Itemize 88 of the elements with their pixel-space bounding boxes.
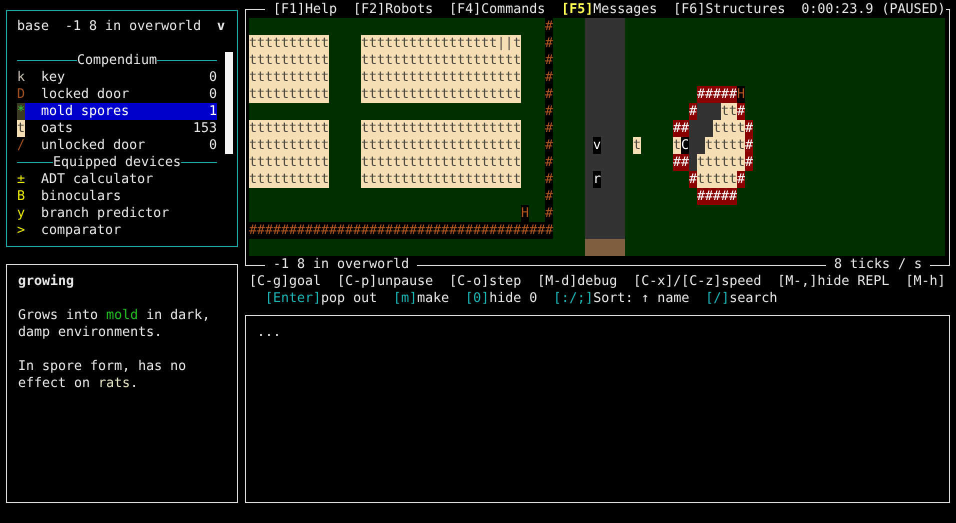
crop-field: tttttttttttttttttttt tttttttttttttttttttt tttttttttttttttttttt tttttttttttttttttttt (361, 120, 522, 188)
dropdown-toggle[interactable]: v (216, 18, 225, 35)
shortcut-hint[interactable]: [/]search (705, 290, 778, 307)
brick-wall: ## (673, 154, 690, 171)
wall-tile: ###################################### (249, 222, 554, 239)
description-text: Grows into mold in dark, damp environments. (18, 307, 212, 341)
item-glyph: / (17, 137, 26, 154)
shortcut-hint[interactable]: [M-,]hide REPL (777, 273, 890, 290)
item-count: 1 (208, 103, 217, 120)
game-clock: 0:00:23.9 (PAUSED) (801, 1, 946, 18)
brick-wall: ## (673, 120, 690, 137)
item-count: 153 (192, 120, 217, 137)
shortcut-hint[interactable]: [M-h] (905, 273, 946, 290)
repl-output: ... (257, 325, 282, 340)
menu-shortcut[interactable]: [F4]Commands (449, 1, 546, 18)
item-name: unlocked door (41, 137, 146, 154)
brick-wall: # (689, 171, 698, 188)
device-glyph: ± (17, 171, 26, 188)
inventory-row[interactable]: locked door 0 (25, 86, 217, 103)
gate-tile: H (521, 205, 530, 222)
shortcut-hint[interactable]: [m]make (393, 290, 450, 307)
robot-tile: v (593, 137, 602, 154)
menu-shortcut[interactable]: [F5]Messages (561, 1, 658, 18)
item-glyph: t (17, 120, 26, 137)
crop-field: tttttt (697, 154, 746, 171)
device-name[interactable]: binoculars (25, 188, 122, 205)
item-count: 0 (208, 137, 217, 154)
brick-wall: # (689, 103, 698, 120)
inventory-row[interactable]: key 0 (25, 69, 217, 86)
shortcut-hint[interactable]: [C-g]goal (249, 273, 322, 290)
crop-field: t (673, 137, 682, 154)
wall-tile: ############ (545, 18, 553, 222)
device-glyph: B (17, 188, 26, 205)
section-heading: Compendium (76, 52, 158, 69)
brick-wall: ##### (697, 86, 738, 103)
inventory-row[interactable]: unlocked door 0 (25, 137, 217, 154)
crop-field: tttttttttt tttttttttt tttttttttt tttttttttt (249, 35, 330, 103)
crop-field: tttt (713, 120, 746, 137)
crop-field: tttttttttt tttttttttt tttttttttt tttttttttt (249, 120, 330, 188)
inventory-row[interactable]: mold spores 1 (25, 103, 217, 120)
crop-field: ttttttttttttttttt||t tttttttttttttttttttt tttttttttttttttttttt tttttttttttttttttttt (361, 35, 522, 103)
inventory-row[interactable]: oats 153 (25, 120, 217, 137)
crop-field: t (633, 137, 642, 154)
shortcut-hint[interactable]: [0]hide 0 (465, 290, 538, 307)
robot-location: -1 8 in overworld (65, 18, 202, 35)
device-name[interactable]: comparator (25, 222, 122, 239)
shortcut-hint[interactable]: [C-o]step (449, 273, 522, 290)
device-glyph: > (17, 222, 26, 239)
brick-wall: # (745, 154, 754, 171)
crop-field: ttttt (705, 137, 746, 154)
gate-tile: H (737, 86, 746, 103)
shortcut-hint[interactable]: [C-p]unpause (337, 273, 434, 290)
section-heading: Equipped devices (52, 154, 182, 171)
shortcut-hint[interactable]: [C-x]/[C-z]speed (633, 273, 762, 290)
menu-shortcut[interactable]: [F2]Robots (353, 1, 434, 18)
shortcut-hint[interactable]: [M-d]debug (537, 273, 618, 290)
brick-wall: # (745, 120, 754, 137)
device-name[interactable]: branch predictor (25, 205, 170, 222)
brick-wall: # (737, 103, 746, 120)
description-text: In spore form, has no effect on rats. (18, 358, 188, 392)
menu-shortcut[interactable]: [F6]Structures (673, 1, 786, 18)
item-name: key (41, 69, 66, 86)
map-location: -1 8 in overworld (272, 256, 410, 273)
brick-wall: # (737, 171, 746, 188)
brick-wall: ##### (697, 188, 738, 205)
item-count: 0 (208, 86, 217, 103)
robot-tile: C (681, 137, 690, 154)
menu-shortcut[interactable]: [F1]Help (273, 1, 338, 18)
item-name: locked door (41, 86, 130, 103)
tick-rate: 8 ticks / s (832, 256, 923, 273)
shortcut-hint[interactable]: [Enter]pop out (265, 290, 378, 307)
item-glyph: * (17, 103, 26, 120)
shortcut-hint[interactable]: [:/;]Sort: ↑ name (553, 290, 690, 307)
item-glyph: D (17, 86, 26, 103)
crop-field: tt (721, 103, 738, 120)
dirt-patch (585, 239, 625, 256)
description-title: growing (18, 273, 76, 290)
robot-name: base (17, 18, 50, 35)
item-name: oats (41, 120, 74, 137)
item-name: mold spores (41, 103, 130, 120)
scrollbar-thumb[interactable] (225, 52, 233, 154)
device-name[interactable]: ADT calculator (25, 171, 154, 188)
item-glyph: k (17, 69, 26, 86)
device-glyph: y (17, 205, 26, 222)
brick-wall: # (745, 137, 754, 154)
robot-tile: r (593, 171, 602, 188)
item-count: 0 (208, 69, 217, 86)
crop-field: ttttt (697, 171, 738, 188)
